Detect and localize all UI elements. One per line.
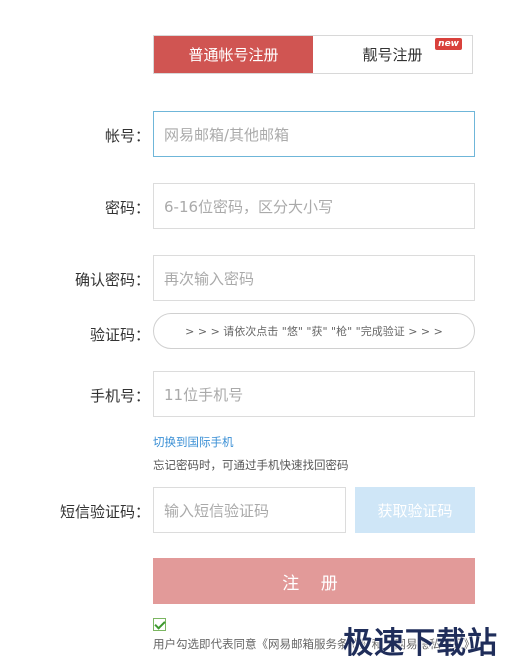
password-placeholder: 6-16位密码，区分大小写 — [164, 197, 334, 216]
sms-code-placeholder: 输入短信验证码 — [164, 501, 270, 520]
tab-vanity-account[interactable]: 靓号注册 new — [313, 36, 472, 73]
switch-international-phone-link[interactable]: 切换到国际手机 — [153, 434, 234, 450]
register-label: 注 册 — [282, 573, 346, 594]
watermark-logo: 极速下载站 — [343, 626, 498, 661]
new-badge: new — [435, 38, 462, 50]
phone-input[interactable]: 11位手机号 — [153, 371, 475, 417]
phone-hint: 忘记密码时，可通过手机快速找回密码 — [153, 458, 349, 472]
phone-placeholder: 11位手机号 — [164, 385, 244, 404]
registration-tabs: 普通帐号注册 靓号注册 new — [153, 35, 473, 74]
confirm-password-placeholder: 再次输入密码 — [164, 269, 255, 288]
confirm-password-label: 确认密码： — [74, 271, 150, 289]
captcha-prompt: > > > 请依次点击 "悠" "获" "枪" "完成验证 > > > — [185, 325, 443, 338]
sms-code-label: 短信验证码： — [59, 503, 150, 521]
tab-normal-label: 普通帐号注册 — [188, 46, 279, 64]
phone-label: 手机号： — [89, 387, 150, 405]
agreement-checkbox[interactable] — [153, 618, 166, 631]
confirm-password-input[interactable]: 再次输入密码 — [153, 255, 475, 301]
account-label: 帐号： — [104, 127, 150, 145]
get-sms-code-button[interactable]: 获取验证码 — [355, 487, 475, 533]
account-input[interactable]: 网易邮箱/其他邮箱 — [153, 111, 475, 157]
sms-code-input[interactable]: 输入短信验证码 — [153, 487, 346, 533]
password-input[interactable]: 6-16位密码，区分大小写 — [153, 183, 475, 229]
password-label: 密码： — [104, 199, 150, 217]
account-placeholder: 网易邮箱/其他邮箱 — [164, 125, 290, 144]
get-sms-code-label: 获取验证码 — [377, 501, 453, 520]
register-button[interactable]: 注 册 — [153, 558, 475, 604]
captcha-click-verify[interactable]: > > > 请依次点击 "悠" "获" "枪" "完成验证 > > > — [153, 313, 475, 349]
tab-normal-account[interactable]: 普通帐号注册 — [154, 36, 313, 73]
tab-vanity-label: 靓号注册 — [362, 46, 423, 64]
captcha-label: 验证码： — [89, 326, 150, 344]
